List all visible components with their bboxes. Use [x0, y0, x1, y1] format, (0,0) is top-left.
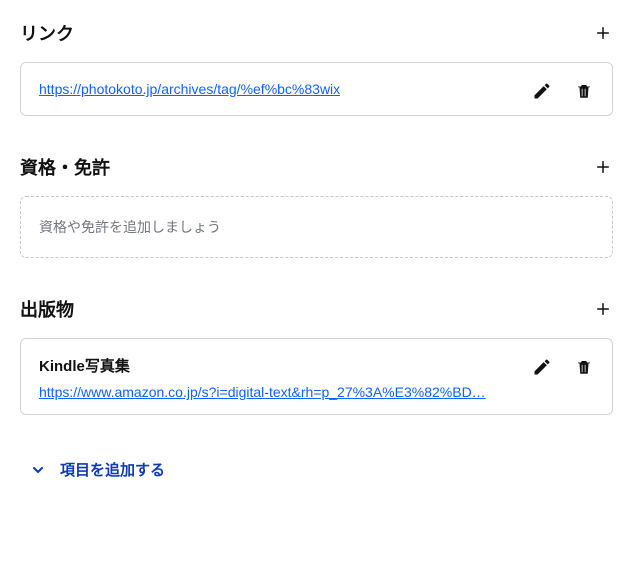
links-section-header: リンク: [20, 20, 613, 46]
publication-url[interactable]: https://www.amazon.co.jp/s?i=digital-tex…: [39, 384, 486, 400]
add-publication-button[interactable]: [593, 299, 613, 319]
pencil-icon: [532, 81, 552, 101]
publication-item-row: Kindle写真集 https://www.amazon.co.jp/s?i=d…: [39, 355, 594, 400]
link-item-card: https://photokoto.jp/archives/tag/%ef%bc…: [20, 62, 613, 116]
link-item-actions: [532, 79, 594, 101]
licenses-placeholder-text: 資格や免許を追加しましょう: [39, 219, 221, 235]
publication-item-card: Kindle写真集 https://www.amazon.co.jp/s?i=d…: [20, 338, 613, 415]
licenses-section: 資格・免許 資格や免許を追加しましょう: [20, 154, 613, 258]
link-underline: https://photokoto.jp/archives/tag/%ef%bc…: [39, 79, 340, 97]
add-section-button[interactable]: 項目を追加する: [20, 453, 613, 486]
link-url[interactable]: https://photokoto.jp/archives/tag/%ef%bc…: [39, 81, 340, 97]
add-link-button[interactable]: [593, 23, 613, 43]
links-section: リンク https://photokoto.jp/archives/tag/%e…: [20, 20, 613, 116]
publication-item-content: Kindle写真集 https://www.amazon.co.jp/s?i=d…: [39, 355, 520, 400]
licenses-placeholder-card[interactable]: 資格や免許を追加しましょう: [20, 196, 613, 258]
delete-publication-button[interactable]: [574, 357, 594, 377]
licenses-section-header: 資格・免許: [20, 154, 613, 180]
publication-title: Kindle写真集: [39, 355, 520, 376]
chevron-down-icon: [30, 462, 46, 478]
trash-icon: [575, 357, 593, 377]
add-license-button[interactable]: [593, 157, 613, 177]
link-item-row: https://photokoto.jp/archives/tag/%ef%bc…: [39, 79, 594, 101]
publication-item-actions: [532, 355, 594, 377]
link-item-content: https://photokoto.jp/archives/tag/%ef%bc…: [39, 79, 520, 97]
pencil-icon: [532, 357, 552, 377]
publications-section-title: 出版物: [20, 296, 74, 322]
links-section-title: リンク: [20, 20, 74, 46]
add-section-label: 項目を追加する: [60, 459, 165, 480]
publications-section: 出版物 Kindle写真集 https://www.amazon.co.jp/s…: [20, 296, 613, 415]
publication-underline: https://www.amazon.co.jp/s?i=digital-tex…: [39, 382, 486, 400]
plus-icon: [594, 24, 612, 42]
delete-link-button[interactable]: [574, 81, 594, 101]
licenses-section-title: 資格・免許: [20, 154, 110, 180]
edit-publication-button[interactable]: [532, 357, 552, 377]
publications-section-header: 出版物: [20, 296, 613, 322]
plus-icon: [594, 158, 612, 176]
edit-link-button[interactable]: [532, 81, 552, 101]
plus-icon: [594, 300, 612, 318]
trash-icon: [575, 81, 593, 101]
